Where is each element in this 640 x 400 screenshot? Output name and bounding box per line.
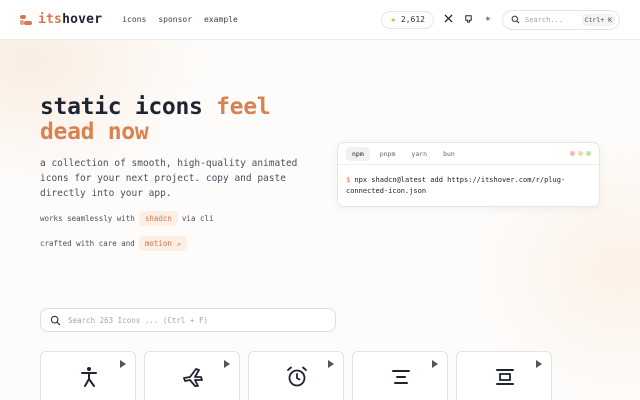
- install-command[interactable]: $ npx shadcn@latest add https://itshover…: [338, 165, 599, 197]
- nav-sponsor[interactable]: sponsor: [158, 15, 192, 24]
- icon-card[interactable]: [144, 351, 240, 400]
- icon-grid: [40, 351, 552, 400]
- logo[interactable]: itshover: [20, 12, 102, 27]
- search-shortcut: Ctrl+ K: [581, 13, 615, 26]
- works-with-line: works seamlessly with shadcn via cli: [40, 211, 214, 226]
- top-header: itshover icons sponsor example ★ 2,612 ☀…: [0, 0, 640, 40]
- tab-npm[interactable]: npm: [346, 146, 370, 161]
- hero-title: static icons feel dead now: [40, 94, 271, 145]
- icon-card[interactable]: [352, 351, 448, 400]
- align-box-center-icon: [496, 369, 514, 385]
- dot-red: [570, 151, 575, 156]
- play-icon[interactable]: [224, 360, 230, 368]
- search-placeholder: Search...: [525, 15, 563, 24]
- nav-icons[interactable]: icons: [122, 15, 146, 24]
- dot-yellow: [578, 151, 583, 156]
- nav-example[interactable]: example: [204, 15, 238, 24]
- shadcn-chip[interactable]: shadcn: [138, 211, 178, 226]
- github-icon[interactable]: [462, 14, 474, 26]
- dot-green: [586, 151, 591, 156]
- logo-text: itshover: [38, 12, 103, 27]
- hero-description: a collection of smooth, high-quality ani…: [40, 158, 298, 199]
- search-input[interactable]: Search... Ctrl+ K: [502, 9, 620, 30]
- logo-mark-icon: [20, 14, 32, 25]
- alarm-clock-icon: [287, 366, 307, 387]
- stars-count: 2,612: [400, 15, 425, 24]
- window-dots: [570, 151, 591, 156]
- icon-search-input[interactable]: Search 263 Icons ... (Ctrl + F): [40, 308, 336, 332]
- search-icon: [511, 15, 520, 24]
- install-command-panel: npm pnpm yarn bun $ npx shadcn@latest ad…: [337, 142, 600, 207]
- icon-card[interactable]: [40, 351, 136, 400]
- search-icon: [50, 315, 61, 325]
- play-icon[interactable]: [432, 360, 438, 368]
- star-icon: ★: [390, 14, 396, 25]
- icon-card[interactable]: [248, 351, 344, 400]
- crafted-line: crafted with care and motion ↗: [40, 236, 187, 251]
- x-twitter-icon[interactable]: [442, 13, 454, 26]
- icon-search-placeholder: Search 263 Icons ... (Ctrl + F): [68, 315, 208, 325]
- main-nav: icons sponsor example: [122, 15, 238, 24]
- package-manager-tabs: npm pnpm yarn bun: [338, 143, 599, 165]
- align-center-icon: [392, 370, 410, 384]
- play-icon[interactable]: [328, 360, 334, 368]
- github-stars-button[interactable]: ★ 2,612: [381, 10, 434, 29]
- play-icon[interactable]: [120, 360, 126, 368]
- motion-link[interactable]: motion ↗: [138, 236, 187, 251]
- tab-bun[interactable]: bun: [437, 147, 461, 161]
- tab-yarn[interactable]: yarn: [405, 147, 433, 161]
- play-icon[interactable]: [536, 360, 542, 368]
- accessible-icon: [81, 367, 97, 387]
- plane-icon: [183, 368, 203, 387]
- icon-card[interactable]: [456, 351, 552, 400]
- theme-toggle-sun-icon[interactable]: ☀: [482, 15, 494, 25]
- tab-pnpm[interactable]: pnpm: [374, 147, 402, 161]
